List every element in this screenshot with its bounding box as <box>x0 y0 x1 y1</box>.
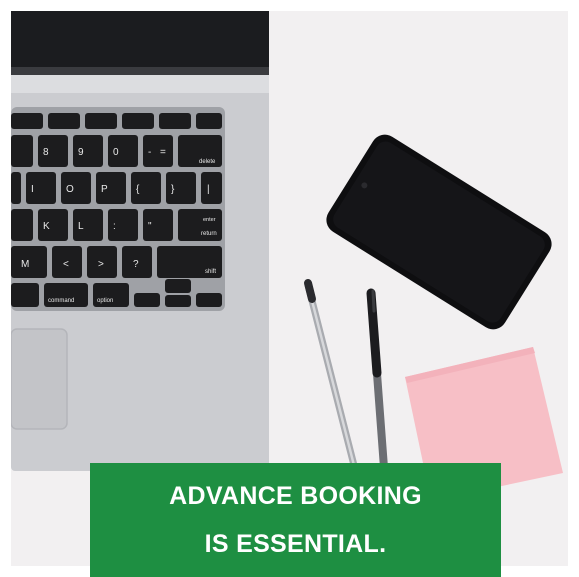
key-greater-than: > <box>98 259 104 270</box>
key-less-than: < <box>63 259 69 270</box>
laptop-screen <box>11 11 269 75</box>
key-pipe: | <box>207 184 210 195</box>
key-delete-label: delete <box>199 159 216 165</box>
key-0: 0 <box>113 147 119 158</box>
key-equals: = <box>160 147 166 158</box>
key-p: P <box>101 184 108 195</box>
key-l: L <box>78 221 84 232</box>
key-shift-label: shift <box>205 269 216 275</box>
key-question: ? <box>133 259 139 270</box>
key-quote: " <box>148 221 152 232</box>
key-enter-label: enter <box>203 217 216 223</box>
promo-card: 8 9 0 - = delete I O P { } | K L : " ent… <box>0 0 579 577</box>
booking-banner: ADVANCE BOOKING IS ESSENTIAL. <box>90 463 501 577</box>
key-option-label: option <box>97 298 113 304</box>
key-return-label: return <box>201 231 217 237</box>
key-minus: - <box>148 147 151 158</box>
banner-line-1: ADVANCE BOOKING <box>169 482 422 510</box>
key-m: M <box>21 259 29 270</box>
key-9: 9 <box>78 147 84 158</box>
key-o: O <box>66 184 74 195</box>
key-8: 8 <box>43 147 49 158</box>
key-k: K <box>43 221 50 232</box>
trackpad <box>11 328 68 430</box>
banner-line-2: IS ESSENTIAL. <box>204 530 387 558</box>
key-command-label: command <box>48 298 74 304</box>
key-i: I <box>31 184 34 195</box>
key-colon: : <box>113 221 116 232</box>
